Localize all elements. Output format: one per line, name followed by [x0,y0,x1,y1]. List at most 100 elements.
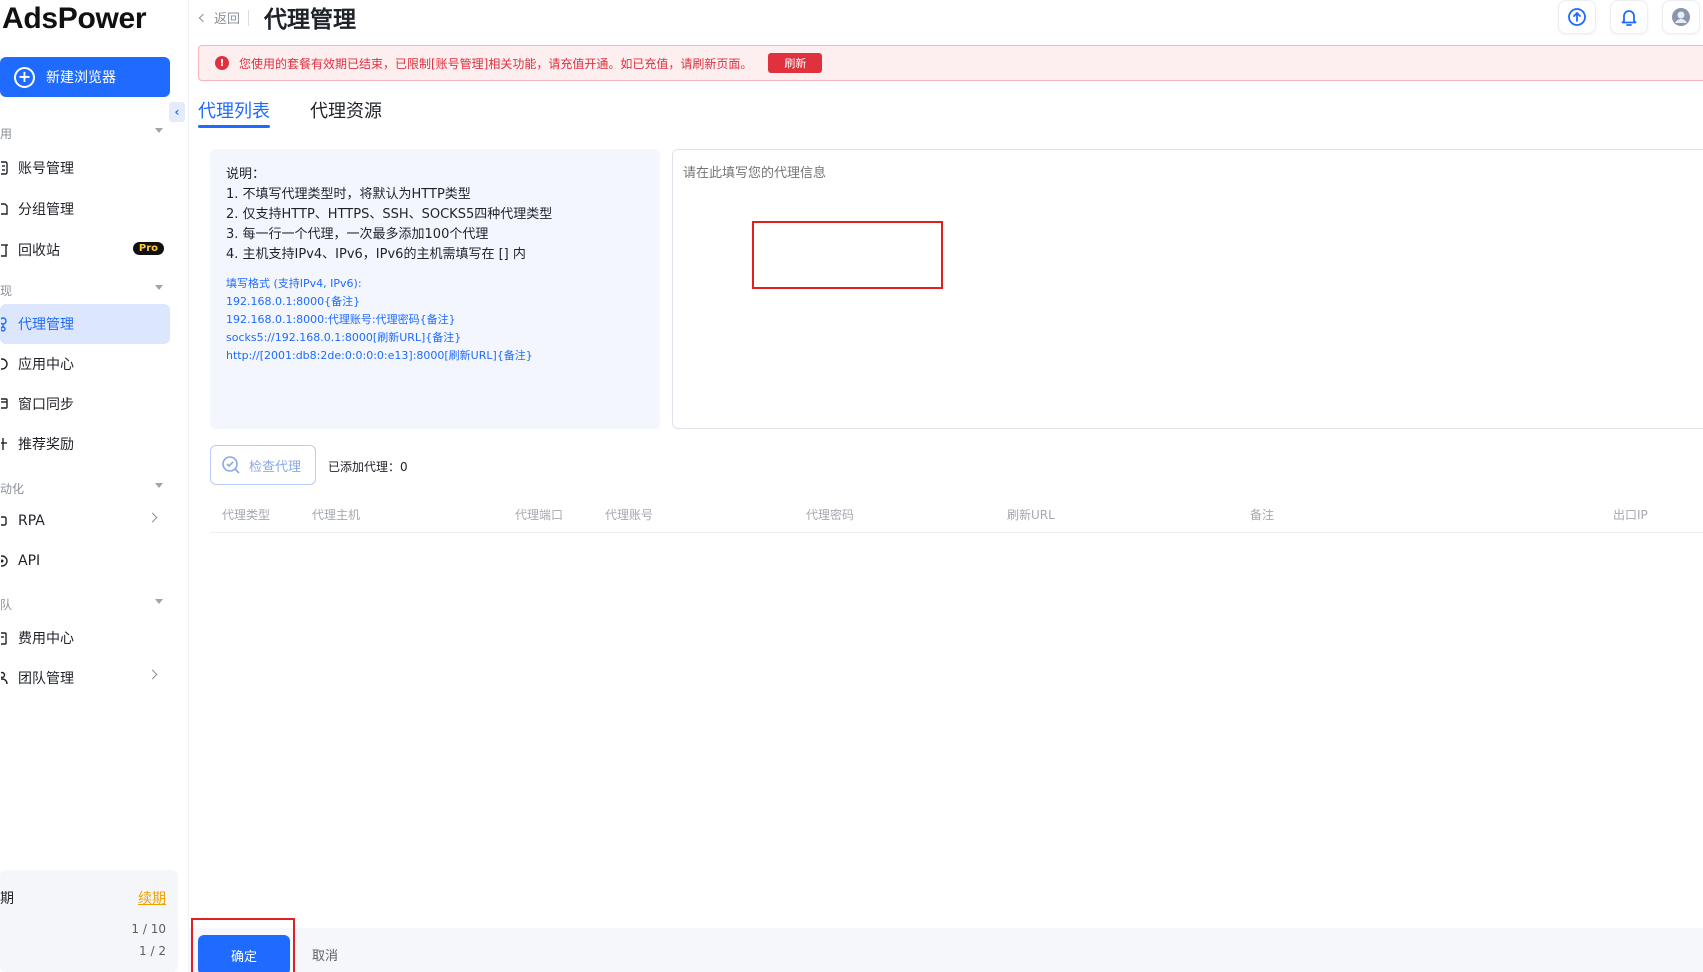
format-title: 填写格式 (支持IPv4, IPv6): [226,277,362,290]
added-proxy-count: 已添加代理：0 [328,460,408,474]
app-logo: AdsPower [2,2,147,35]
sidebar-item-label: 回收站 [18,243,60,259]
format-example: 192.168.0.1:8000{备注} [226,295,361,308]
plan-info-box: 期 续期 1 / 10 1 / 2 [0,870,178,972]
instructions-panel: 说明： 1. 不填写代理类型时，将默认为HTTP类型 2. 仅支持HTTP、HT… [210,149,660,429]
refresh-button[interactable]: 刷新 [768,53,823,73]
pro-badge: Pro [132,242,164,255]
highlight-box [191,918,295,972]
sidebar-item-label: 代理管理 [18,317,74,333]
plan-row2-value: 1 / 2 [139,944,166,958]
sidebar-item-label: 分组管理 [18,202,74,218]
instruction-line: 2. 仅支持HTTP、HTTPS、SSH、SOCKS5四种代理类型 [226,207,553,222]
sidebar-collapse-button[interactable]: ‹ [169,102,185,122]
back-link[interactable]: 返回 [198,8,250,27]
api-icon [0,552,18,570]
instruction-line: 4. 主机支持IPv4、IPv6，IPv6的主机需填写在 [] 内 [226,247,526,262]
sidebar-item-label: 推荐奖励 [18,437,74,453]
column-header-host: 代理主机 [312,508,361,522]
page-title: 代理管理 [264,7,356,33]
column-header-type: 代理类型 [222,508,271,522]
format-example: socks5://192.168.0.1:8000[刷新URL]{备注} [226,331,462,344]
check-search-icon [222,456,240,474]
group-icon [0,200,18,218]
avatar-button[interactable] [1662,0,1700,34]
back-label: 返回 [214,12,241,27]
bell-icon [1621,10,1637,26]
caret-down-icon [155,599,163,604]
sidebar-item-label: 窗口同步 [18,397,74,413]
sidebar-item-window-sync[interactable]: 窗口同步 [0,384,170,424]
trash-icon [0,241,18,259]
sidebar-item-referral[interactable]: 推荐奖励 [0,424,170,464]
sidebar-section-common[interactable]: 用 [0,125,165,142]
billing-icon [0,629,18,647]
proxy-input[interactable] [672,149,1703,429]
check-proxy-label: 检查代理 [249,459,302,475]
tab-proxy-list[interactable]: 代理列表 [198,97,270,123]
sidebar-item-label: 费用中心 [18,631,74,647]
alert-message: 您使用的套餐有效期已结束，已限制[账号管理]相关功能，请充值开通。如已充值，请刷… [239,56,753,71]
sidebar-item-proxy[interactable]: 代理管理 [0,304,170,344]
sidebar-section-discover[interactable]: 现 [0,282,165,299]
sidebar-item-label: API [18,553,41,569]
sidebar-item-label: RPA [18,513,45,529]
expired-alert: ! 您使用的套餐有效期已结束，已限制[账号管理]相关功能，请充值开通。如已充值，… [198,45,1703,81]
column-header-account: 代理账号 [605,508,654,522]
window-sync-icon [0,395,18,413]
sidebar-item-app-center[interactable]: 应用中心 [0,344,170,384]
sidebar-item-groups[interactable]: 分组管理 [0,189,170,229]
column-header-refresh-url: 刷新URL [1007,508,1055,522]
warning-icon: ! [215,56,229,70]
chevron-left-icon [198,13,208,22]
plan-title: 期 [0,891,14,907]
column-header-remark: 备注 [1250,508,1275,522]
sidebar-item-accounts[interactable]: 账号管理 [0,148,170,188]
column-header-exit-ip: 出口IP [1613,508,1648,522]
sidebar-item-rpa[interactable]: RPA [0,501,170,541]
rpa-icon [0,512,18,530]
format-example: 192.168.0.1:8000:代理账号:代理密码{备注} [226,313,456,326]
app-center-icon [0,355,18,373]
instruction-line: 3. 每一行一个代理，一次最多添加100个代理 [226,227,489,242]
format-example: http://[2001:db8:2de:0:0:0:0:e13]:8000[刷… [226,349,533,362]
cancel-button[interactable]: 取消 [312,945,338,964]
renew-link[interactable]: 续期 [138,888,166,908]
sidebar-item-team[interactable]: 团队管理 [0,658,170,698]
gift-icon [0,435,18,453]
chevron-right-icon [147,669,158,680]
avatar-icon [1672,8,1690,26]
plus-icon: + [14,66,35,88]
instructions-heading: 说明： [226,167,266,182]
column-header-port: 代理端口 [515,508,564,522]
chevron-right-icon [147,512,158,523]
sidebar-section-team[interactable]: 队 [0,596,165,613]
column-header-password: 代理密码 [806,508,855,522]
team-icon [0,669,18,687]
upgrade-button[interactable] [1558,0,1596,34]
notification-button[interactable] [1610,0,1648,34]
table-header-divider [210,532,1703,533]
upgrade-icon [1568,8,1586,26]
caret-down-icon [155,483,163,488]
sidebar-section-automation[interactable]: 动化 [0,480,165,497]
sidebar-item-label: 账号管理 [18,161,74,177]
instruction-line: 1. 不填写代理类型时，将默认为HTTP类型 [226,187,471,202]
footer-bar [188,928,1703,972]
sidebar-item-api[interactable]: API [0,541,170,581]
account-icon [0,159,18,177]
new-browser-button[interactable]: + 新建浏览器 [0,57,170,97]
proxy-icon [0,315,18,333]
plan-row1-value: 1 / 10 [131,922,166,936]
sidebar-divider [188,0,189,972]
sidebar-item-recycle-bin[interactable]: 回收站 Pro [0,230,170,270]
highlight-box [752,221,943,289]
tab-proxy-resources[interactable]: 代理资源 [310,97,382,123]
new-browser-label: 新建浏览器 [46,70,116,86]
caret-down-icon [155,128,163,133]
check-proxy-button[interactable]: 检查代理 [210,445,316,485]
sidebar-item-billing[interactable]: 费用中心 [0,618,170,658]
sidebar: AdsPower + 新建浏览器 ‹ 用 账号管理 分组管理 回收站 Pro 现… [0,0,188,972]
caret-down-icon [155,285,163,290]
header-separator [248,9,250,26]
